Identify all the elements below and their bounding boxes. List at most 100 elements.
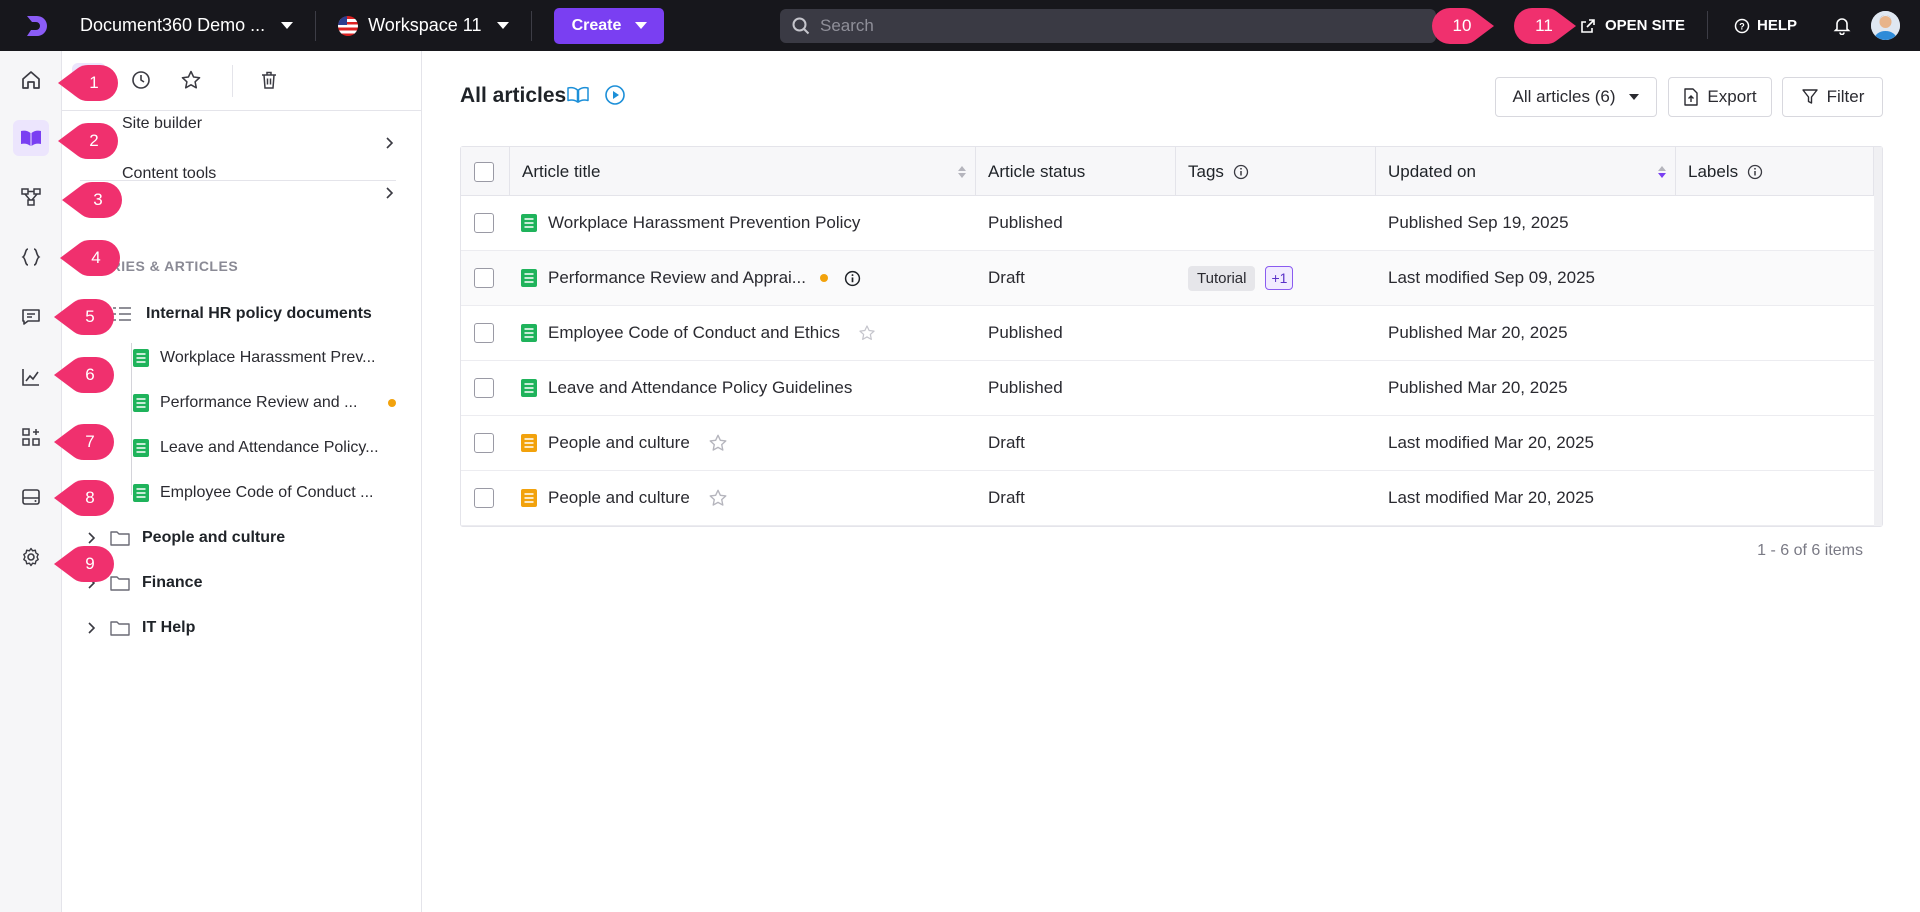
us-flag-icon <box>338 15 359 36</box>
article-title-cell[interactable]: Performance Review and Apprai... <box>520 251 861 305</box>
rail-feedback[interactable] <box>13 299 49 335</box>
table-header: Article title Article status Tags Update… <box>461 147 1882 196</box>
create-button[interactable]: Create <box>554 7 665 44</box>
info-icon[interactable] <box>1747 164 1763 180</box>
rail-integrations[interactable] <box>13 419 49 455</box>
row-checkbox[interactable] <box>474 268 494 288</box>
avatar[interactable] <box>1871 11 1900 40</box>
svg-text:?: ? <box>1739 21 1745 31</box>
rail-api[interactable] <box>13 239 49 275</box>
folder-label: IT Help <box>142 619 196 636</box>
search-bar[interactable] <box>780 9 1436 43</box>
updated-on: Published Mar 20, 2025 <box>1388 378 1568 397</box>
tag-badge[interactable]: Tutorial <box>1188 265 1256 291</box>
callout-number: 4 <box>91 248 101 267</box>
folder-label: Finance <box>142 574 203 591</box>
article-title-cell[interactable]: Leave and Attendance Policy Guidelines <box>520 361 852 415</box>
rail-documentation[interactable] <box>13 120 49 156</box>
search-input[interactable] <box>820 16 1380 36</box>
column-separator <box>1175 147 1176 196</box>
content-tools-item[interactable]: Content tools <box>122 157 462 191</box>
table-row[interactable]: People and culture Draft Last modified M… <box>461 416 1882 471</box>
bell-icon[interactable] <box>1832 15 1852 40</box>
rail-home[interactable] <box>13 62 49 98</box>
article-title: Leave and Attendance Policy Guidelines <box>548 378 853 397</box>
articles-filter-dropdown[interactable]: All articles (6) <box>1495 77 1657 117</box>
nav-article[interactable]: Employee Code of Conduct ... <box>132 481 373 505</box>
row-checkbox[interactable] <box>474 323 494 343</box>
filter-button[interactable]: Filter <box>1782 77 1883 117</box>
document-icon <box>133 439 149 457</box>
star-icon[interactable] <box>708 433 728 453</box>
folder-icon <box>110 621 130 636</box>
rail-workflow[interactable] <box>13 179 49 215</box>
row-checkbox[interactable] <box>474 213 494 233</box>
star-icon[interactable] <box>708 488 728 508</box>
column-tags[interactable]: Tags <box>1188 147 1249 196</box>
document360-logo[interactable] <box>22 12 50 40</box>
row-checkbox[interactable] <box>474 378 494 398</box>
table-row[interactable]: Employee Code of Conduct and Ethics Publ… <box>461 306 1882 361</box>
row-checkbox[interactable] <box>474 433 494 453</box>
divider <box>315 10 317 41</box>
site-builder-item[interactable]: Site builder <box>122 107 462 141</box>
table-row[interactable]: People and culture Draft Last modified M… <box>461 471 1882 526</box>
article-title-cell[interactable]: Workplace Harassment Prevention Policy <box>520 196 860 250</box>
rail-settings[interactable] <box>13 539 49 575</box>
nav-article[interactable]: Workplace Harassment Prev... <box>132 346 375 370</box>
row-checkbox[interactable] <box>474 488 494 508</box>
column-labels[interactable]: Labels <box>1688 147 1763 196</box>
callout-marker: 10 <box>1430 6 1494 46</box>
recycle-bin-button[interactable] <box>252 63 286 97</box>
category-it-help[interactable]: IT Help <box>86 616 195 640</box>
rail-analytics[interactable] <box>13 359 49 395</box>
sort-icon[interactable] <box>957 165 967 179</box>
column-article-status[interactable]: Article status <box>988 147 1085 196</box>
analytics-icon <box>22 369 39 386</box>
title-actions <box>566 84 626 106</box>
column-article-title[interactable]: Article title <box>522 147 600 196</box>
rail-drive[interactable] <box>13 479 49 515</box>
chevron-right-icon <box>386 187 394 199</box>
star-icon[interactable] <box>858 324 876 342</box>
nav-article-label: Workplace Harassment Prev... <box>160 349 376 366</box>
article-title-cell[interactable]: People and culture <box>520 416 728 470</box>
article-title-cell[interactable]: Employee Code of Conduct and Ethics <box>520 306 876 360</box>
more-tags-badge[interactable]: +1 <box>1265 266 1294 290</box>
help-button[interactable]: ? HELP <box>1734 0 1797 51</box>
table-scrollbar[interactable] <box>1874 147 1882 526</box>
search-icon <box>792 17 810 35</box>
select-all-checkbox[interactable] <box>474 147 494 196</box>
message-icon <box>22 309 40 325</box>
category-internal-hr[interactable]: Internal HR policy documents <box>112 302 372 326</box>
chevron-down-icon <box>497 22 510 29</box>
table-row[interactable]: Performance Review and Apprai... Draft T… <box>461 251 1882 306</box>
column-updated-on[interactable]: Updated on <box>1388 147 1476 196</box>
info-icon[interactable] <box>1233 164 1249 180</box>
external-link-icon <box>1581 18 1595 33</box>
divider <box>531 10 533 41</box>
table-row[interactable]: Workplace Harassment Prevention Policy P… <box>461 196 1882 251</box>
nav-article[interactable]: Leave and Attendance Policy... <box>132 436 379 460</box>
article-title-cell[interactable]: People and culture <box>520 471 728 525</box>
callout-marker: 1 <box>58 63 120 103</box>
sort-desc-icon[interactable] <box>1657 165 1667 179</box>
info-icon[interactable] <box>844 270 861 287</box>
column-label: Updated on <box>1388 161 1476 181</box>
table-row[interactable]: Leave and Attendance Policy Guidelines P… <box>461 361 1882 416</box>
callout-marker: 3 <box>62 180 124 220</box>
document-icon <box>133 484 149 502</box>
recent-button[interactable] <box>124 63 158 97</box>
document-icon <box>133 349 149 367</box>
workspace-selector[interactable]: Workspace 11 <box>338 15 510 36</box>
checkbox[interactable] <box>474 161 494 182</box>
callout-number: 1 <box>89 73 99 92</box>
column-label: Article title <box>522 161 601 181</box>
export-button[interactable]: Export <box>1668 77 1772 117</box>
nav-article[interactable]: Performance Review and ... <box>132 391 357 415</box>
project-selector[interactable]: Document360 Demo ... <box>80 15 294 36</box>
favorites-button[interactable] <box>174 63 208 97</box>
open-site-button[interactable]: OPEN SITE <box>1580 0 1685 51</box>
book-icon[interactable] <box>566 85 590 105</box>
play-circle-icon[interactable] <box>604 84 626 106</box>
